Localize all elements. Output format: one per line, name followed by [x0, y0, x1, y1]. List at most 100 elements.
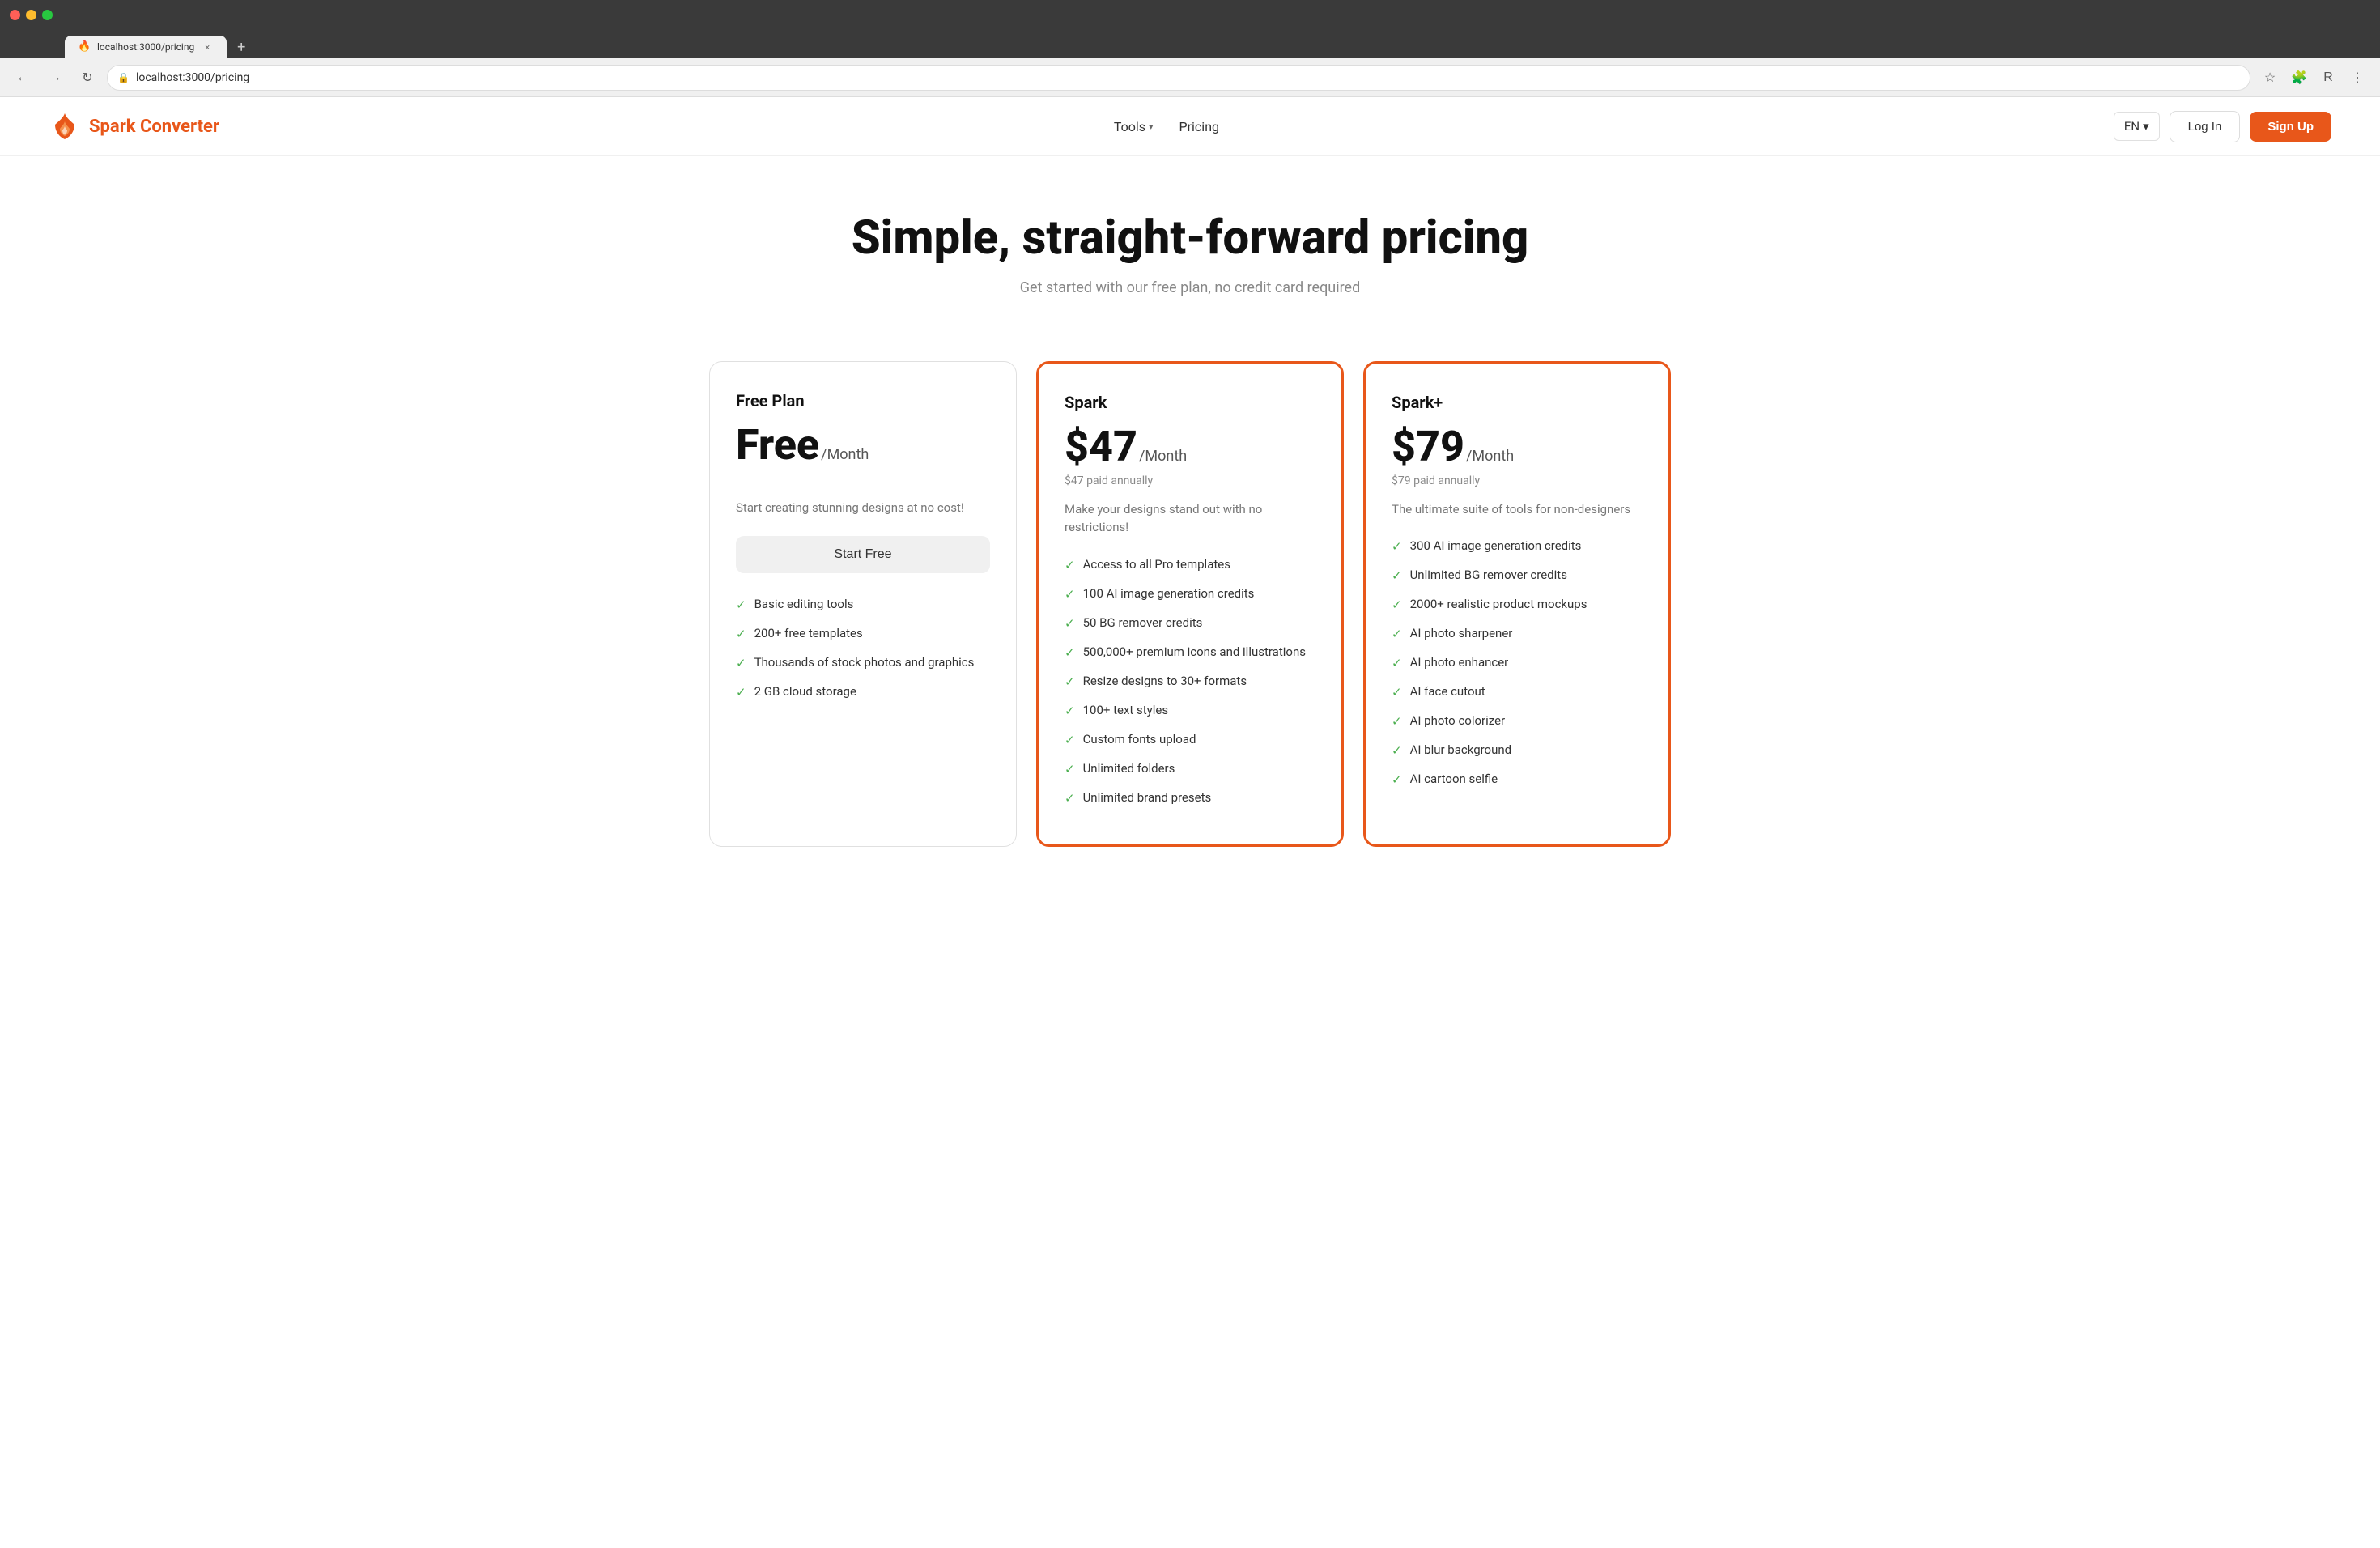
list-item: ✓ 50 BG remover credits: [1065, 615, 1315, 632]
pricing-label: Pricing: [1179, 119, 1220, 134]
login-button[interactable]: Log In: [2170, 111, 2241, 142]
lang-chevron-icon: ▾: [2143, 119, 2149, 134]
nav-actions: EN ▾ Log In Sign Up: [2114, 111, 2331, 142]
hero-subtitle: Get started with our free plan, no credi…: [49, 279, 2331, 296]
lock-icon: 🔒: [117, 72, 130, 83]
back-button[interactable]: ←: [10, 65, 36, 91]
nav-links: Tools ▾ Pricing: [1114, 119, 1219, 134]
spark-features-list: ✓ Access to all Pro templates ✓ 100 AI i…: [1065, 556, 1315, 807]
list-item: ✓ 100+ text styles: [1065, 702, 1315, 720]
spark-plus-price-amount: $79: [1392, 422, 1464, 471]
profile-button[interactable]: R: [2315, 65, 2341, 91]
spark-plus-features-list: ✓ 300 AI image generation credits ✓ Unli…: [1392, 538, 1643, 789]
feature-text: Custom fonts upload: [1083, 731, 1196, 748]
list-item: ✓ Resize designs to 30+ formats: [1065, 673, 1315, 691]
new-tab-button[interactable]: +: [230, 36, 253, 58]
check-icon: ✓: [1065, 703, 1075, 720]
tab-close-button[interactable]: ×: [201, 40, 214, 53]
check-icon: ✓: [1392, 772, 1402, 789]
check-icon: ✓: [736, 655, 746, 672]
check-icon: ✓: [1065, 644, 1075, 661]
feature-text: Access to all Pro templates: [1083, 556, 1230, 573]
free-plan-description: Start creating stunning designs at no co…: [736, 499, 990, 517]
check-icon: ✓: [1392, 597, 1402, 614]
free-price-amount: Free: [736, 420, 819, 470]
tools-chevron-icon: ▾: [1149, 121, 1154, 132]
address-bar[interactable]: 🔒 localhost:3000/pricing: [107, 65, 2250, 91]
page-title: Simple, straight-forward pricing: [49, 213, 2331, 265]
feature-text: 2000+ realistic product mockups: [1410, 596, 1587, 613]
feature-text: Unlimited folders: [1083, 760, 1175, 777]
check-icon: ✓: [1392, 626, 1402, 643]
pricing-section: Free Plan Free /Month Start creating stu…: [0, 337, 2380, 895]
extensions-button[interactable]: 🧩: [2286, 65, 2312, 91]
list-item: ✓ Unlimited brand presets: [1065, 789, 1315, 807]
list-item: ✓ Custom fonts upload: [1065, 731, 1315, 749]
free-features-list: ✓ Basic editing tools ✓ 200+ free templa…: [736, 596, 990, 701]
start-free-button[interactable]: Start Free: [736, 536, 990, 573]
feature-text: Unlimited brand presets: [1083, 789, 1212, 806]
active-tab[interactable]: 🔥 localhost:3000/pricing ×: [65, 36, 227, 58]
feature-text: AI cartoon selfie: [1410, 771, 1498, 788]
check-icon: ✓: [736, 684, 746, 701]
maximize-window-button[interactable]: [42, 10, 53, 20]
toolbar-actions: ☆ 🧩 R ⋮: [2257, 65, 2370, 91]
lang-label: EN: [2124, 119, 2140, 134]
spark-plus-plan-name: Spark+: [1392, 393, 1643, 412]
feature-text: AI photo colorizer: [1410, 712, 1506, 729]
feature-text: 2 GB cloud storage: [754, 683, 856, 700]
list-item: ✓ AI photo enhancer: [1392, 654, 1643, 672]
feature-text: 50 BG remover credits: [1083, 615, 1203, 632]
tab-favicon: 🔥: [78, 40, 91, 53]
signup-button[interactable]: Sign Up: [2250, 112, 2331, 142]
check-icon: ✓: [1065, 761, 1075, 778]
list-item: ✓ Access to all Pro templates: [1065, 556, 1315, 574]
refresh-button[interactable]: ↻: [74, 65, 100, 91]
feature-text: Unlimited BG remover credits: [1410, 567, 1567, 584]
feature-text: 100+ text styles: [1083, 702, 1169, 719]
list-item: ✓ AI face cutout: [1392, 683, 1643, 701]
free-plan-name: Free Plan: [736, 391, 990, 410]
list-item: ✓ 2 GB cloud storage: [736, 683, 990, 701]
spark-plan-name: Spark: [1065, 393, 1315, 412]
tools-label: Tools: [1114, 119, 1145, 134]
check-icon: ✓: [1392, 684, 1402, 701]
logo-link[interactable]: Spark Converter: [49, 110, 219, 142]
pricing-nav-link[interactable]: Pricing: [1179, 119, 1220, 134]
bookmark-button[interactable]: ☆: [2257, 65, 2283, 91]
list-item: ✓ AI blur background: [1392, 742, 1643, 759]
check-icon: ✓: [1392, 538, 1402, 555]
feature-text: Thousands of stock photos and graphics: [754, 654, 975, 671]
feature-text: 200+ free templates: [754, 625, 863, 642]
menu-button[interactable]: ⋮: [2344, 65, 2370, 91]
address-text: localhost:3000/pricing: [136, 71, 2240, 84]
spark-price-amount: $47: [1065, 422, 1137, 471]
free-plan-price: Free /Month: [736, 420, 990, 470]
list-item: ✓ AI photo colorizer: [1392, 712, 1643, 730]
logo-icon: [49, 110, 81, 142]
feature-text: 100 AI image generation credits: [1083, 585, 1255, 602]
free-plan-card: Free Plan Free /Month Start creating stu…: [709, 361, 1017, 847]
check-icon: ✓: [1065, 790, 1075, 807]
tools-nav-link[interactable]: Tools ▾: [1114, 119, 1154, 134]
list-item: ✓ Thousands of stock photos and graphics: [736, 654, 990, 672]
tab-title: localhost:3000/pricing: [97, 41, 194, 53]
list-item: ✓ 100 AI image generation credits: [1065, 585, 1315, 603]
spark-plus-annual-note: $79 paid annually: [1392, 474, 1643, 487]
close-window-button[interactable]: [10, 10, 20, 20]
free-price-period: /Month: [821, 446, 869, 463]
list-item: ✓ AI cartoon selfie: [1392, 771, 1643, 789]
browser-titlebar: [0, 0, 2380, 29]
spark-plus-plan-card: Spark+ $79 /Month $79 paid annually The …: [1363, 361, 1671, 847]
minimize-window-button[interactable]: [26, 10, 36, 20]
list-item: ✓ 200+ free templates: [736, 625, 990, 643]
spark-annual-note: $47 paid annually: [1065, 474, 1315, 487]
spark-plus-plan-price: $79 /Month: [1392, 422, 1643, 471]
list-item: ✓ 2000+ realistic product mockups: [1392, 596, 1643, 614]
list-item: ✓ 500,000+ premium icons and illustratio…: [1065, 644, 1315, 661]
forward-button[interactable]: →: [42, 65, 68, 91]
spark-plan-description: Make your designs stand out with no rest…: [1065, 500, 1315, 537]
check-icon: ✓: [1392, 742, 1402, 759]
language-selector[interactable]: EN ▾: [2114, 112, 2160, 141]
check-icon: ✓: [1065, 557, 1075, 574]
